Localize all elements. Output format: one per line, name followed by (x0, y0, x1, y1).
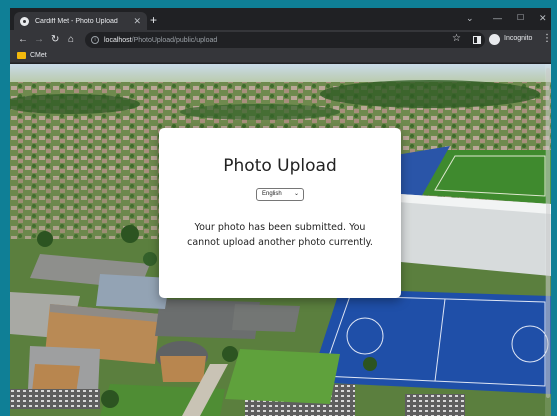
back-arrow-icon[interactable]: ← (18, 33, 28, 47)
language-select-value: English (262, 191, 282, 197)
bookmarks-bar: CMet (10, 50, 551, 63)
site-favicon-icon (20, 16, 29, 26)
reload-icon[interactable]: ↻ (51, 33, 59, 47)
tab-photo-upload[interactable]: Cardiff Met - Photo Upload ✕ (14, 12, 147, 30)
submission-message: Your photo has been submitted. You canno… (187, 222, 373, 248)
menu-kebab-icon[interactable]: ⋮ (542, 33, 551, 44)
folder-icon (17, 52, 26, 59)
incognito-icon[interactable] (489, 34, 500, 45)
address-bar[interactable]: i localhost/PhotoUpload/public/upload (85, 32, 485, 48)
bookmark-label: CMet (30, 52, 47, 59)
browser-toolbar: ← → ↻ ⌂ i localhost/PhotoUpload/public/u… (10, 30, 551, 50)
page-scrollbar[interactable] (545, 64, 551, 416)
tab-search-icon[interactable]: ⌄ (466, 12, 474, 24)
scrollbar-thumb[interactable] (546, 68, 550, 398)
close-window-button[interactable]: ✕ (539, 12, 547, 24)
page-viewport: Photo Upload English ⌄ Your photo has be… (10, 64, 551, 416)
bookmark-cmet[interactable]: CMet (17, 52, 47, 59)
url-path: /PhotoUpload/public/upload (131, 36, 218, 44)
new-tab-button[interactable]: + (150, 13, 157, 27)
upload-status-card: Photo Upload English ⌄ Your photo has be… (159, 128, 401, 298)
browser-window: Cardiff Met - Photo Upload ✕ + ⌄ — ☐ ✕ ←… (10, 8, 551, 416)
forward-arrow-icon[interactable]: → (34, 33, 44, 47)
minimize-button[interactable]: — (493, 12, 502, 24)
home-icon[interactable]: ⌂ (68, 33, 74, 47)
tab-strip: Cardiff Met - Photo Upload ✕ + ⌄ — ☐ ✕ (10, 8, 551, 30)
language-select[interactable]: English ⌄ (256, 188, 304, 201)
page-title: Photo Upload (223, 156, 337, 176)
tab-title: Cardiff Met - Photo Upload (35, 17, 118, 25)
url-host: localhost (104, 36, 132, 44)
close-tab-icon[interactable]: ✕ (133, 16, 141, 26)
chevron-down-icon: ⌄ (293, 191, 299, 197)
incognito-label[interactable]: Incognito (504, 35, 532, 42)
site-info-icon[interactable]: i (91, 36, 99, 44)
side-panel-icon[interactable] (473, 36, 481, 44)
bookmark-star-icon[interactable]: ☆ (452, 33, 461, 44)
maximize-button[interactable]: ☐ (517, 12, 524, 24)
